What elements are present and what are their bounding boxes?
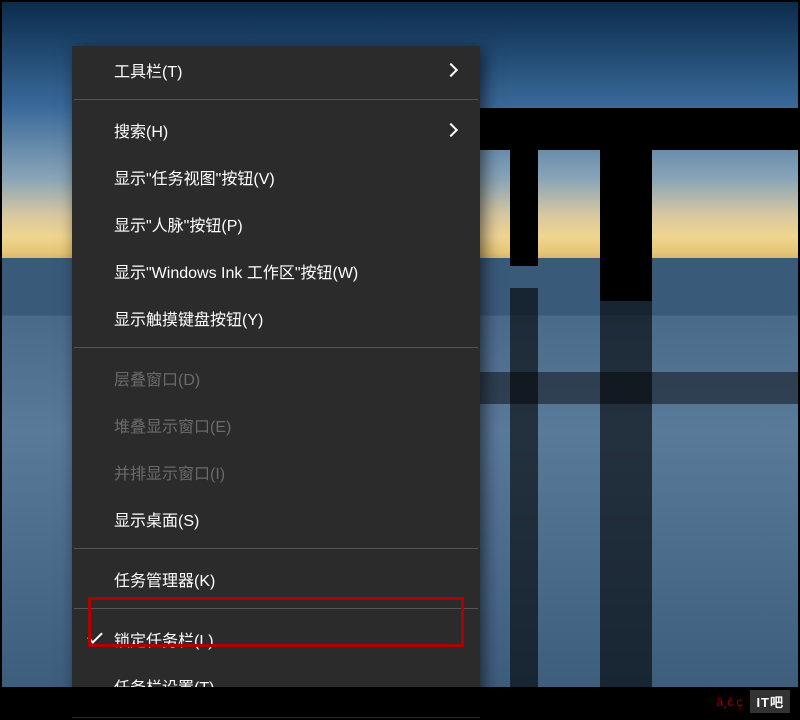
- menu-item-label: 堆叠显示窗口(E): [114, 413, 462, 437]
- menu-item-label: 显示"人脉"按钮(P): [114, 212, 462, 236]
- menu-item-label: 显示桌面(S): [114, 507, 462, 531]
- menu-item-label: 搜索(H): [114, 118, 446, 142]
- menu-item-label: 显示触摸键盘按钮(Y): [114, 306, 462, 330]
- wallpaper-reflection: [600, 300, 652, 720]
- menu-separator: [74, 548, 478, 549]
- menu-item-task-manager[interactable]: 任务管理器(K): [72, 555, 480, 602]
- menu-item-cascade: 层叠窗口(D): [72, 354, 480, 401]
- menu-item-taskbar-settings[interactable]: 任务栏设置(T): [72, 662, 480, 709]
- wallpaper-pier: [600, 146, 652, 301]
- menu-separator: [74, 608, 478, 609]
- menu-item-label: 显示"Windows Ink 工作区"按钮(W): [114, 259, 462, 283]
- menu-item-task-view[interactable]: 显示"任务视图"按钮(V): [72, 153, 480, 200]
- menu-separator: [74, 347, 478, 348]
- menu-item-label: 锁定任务栏(L): [114, 627, 462, 651]
- menu-item-toolbars[interactable]: 工具栏(T): [72, 46, 480, 93]
- menu-item-label: 任务栏设置(T): [114, 674, 462, 698]
- menu-item-label: 任务管理器(K): [114, 567, 462, 591]
- menu-separator: [74, 99, 478, 100]
- menu-item-ink[interactable]: 显示"Windows Ink 工作区"按钮(W): [72, 247, 480, 294]
- menu-item-label: 层叠窗口(D): [114, 366, 462, 390]
- menu-item-label: 工具栏(T): [114, 58, 446, 82]
- menu-item-touch-keyboard[interactable]: 显示触摸键盘按钮(Y): [72, 294, 480, 341]
- wallpaper-pier: [510, 146, 538, 266]
- chevron-right-icon: [444, 122, 458, 136]
- menu-item-label: 显示"任务视图"按钮(V): [114, 165, 462, 189]
- menu-item-stacked: 堆叠显示窗口(E): [72, 401, 480, 448]
- menu-item-label: 并排显示窗口(I): [114, 460, 462, 484]
- menu-item-people[interactable]: 显示"人脉"按钮(P): [72, 200, 480, 247]
- menu-item-show-desktop[interactable]: 显示桌面(S): [72, 495, 480, 542]
- wallpaper-reflection: [510, 288, 538, 708]
- taskbar-context-menu: 工具栏(T) 搜索(H) 显示"任务视图"按钮(V) 显示"人脉"按钮(P) 显…: [72, 46, 480, 718]
- watermark-logo: IT吧: [750, 690, 790, 713]
- menu-item-side-by-side: 并排显示窗口(I): [72, 448, 480, 495]
- menu-item-search[interactable]: 搜索(H): [72, 106, 480, 153]
- watermark: ä¸č ç IT吧: [716, 690, 790, 713]
- wallpaper-reflection: [480, 372, 800, 404]
- chevron-right-icon: [444, 62, 458, 76]
- watermark-text: ä¸č ç: [716, 695, 742, 709]
- wallpaper-bridge: [480, 108, 800, 150]
- menu-item-lock-taskbar[interactable]: 锁定任务栏(L): [72, 615, 480, 662]
- checkmark-icon: [87, 628, 103, 644]
